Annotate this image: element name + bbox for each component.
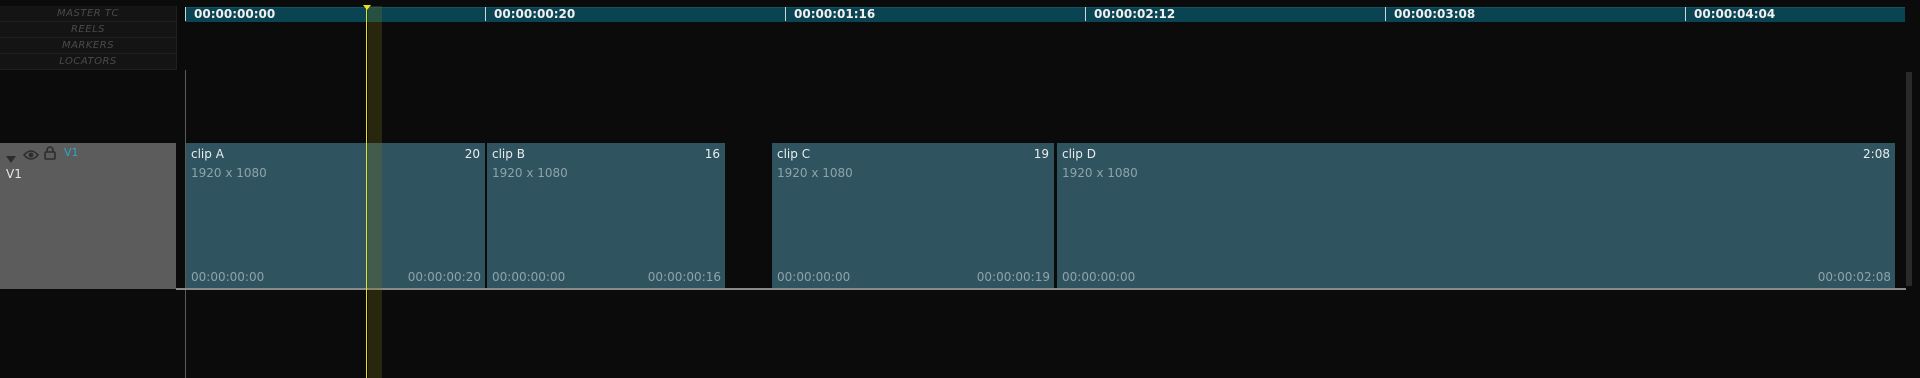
clip-resolution: 1920 x 1080 xyxy=(191,166,267,180)
clip-tc-out: 00:00:00:16 xyxy=(647,270,721,284)
clip-tc-in: 00:00:00:00 xyxy=(1062,270,1136,284)
clip-d[interactable]: clip D 2:08 1920 x 1080 00:00:00:00 00:0… xyxy=(1057,143,1895,288)
clip-resolution: 1920 x 1080 xyxy=(777,166,853,180)
ruler-tick: 00:00:01:16 xyxy=(785,7,875,21)
clip-duration: 16 xyxy=(704,147,720,161)
clip-name: clip D xyxy=(1062,147,1096,161)
ruler-tick: 00:00:00:00 xyxy=(185,7,275,21)
track-bottom-divider xyxy=(176,288,1906,290)
track-header-v1[interactable]: V1 V1 xyxy=(0,143,176,289)
ruler-tick: 00:00:04:04 xyxy=(1685,7,1775,21)
clip-tc-in: 00:00:00:00 xyxy=(492,270,566,284)
clip-a[interactable]: clip A 20 1920 x 1080 00:00:00:00 00:00:… xyxy=(186,143,485,288)
track-name: V1 xyxy=(6,167,22,181)
playhead-frame-highlight xyxy=(368,6,382,378)
clip-duration: 20 xyxy=(464,147,480,161)
header-reels: REELS xyxy=(0,22,177,38)
header-locators: LOCATORS xyxy=(0,54,177,70)
clip-name: clip C xyxy=(777,147,811,161)
clip-tc-out: 00:00:02:08 xyxy=(1817,270,1891,284)
clip-b[interactable]: clip B 16 1920 x 1080 00:00:00:00 00:00:… xyxy=(487,143,725,288)
playhead-handle-icon[interactable] xyxy=(363,5,371,10)
ruler-tick: 00:00:02:12 xyxy=(1085,7,1175,21)
triangle-down-icon[interactable] xyxy=(6,149,16,168)
playhead-line[interactable] xyxy=(366,6,367,378)
clip-resolution: 1920 x 1080 xyxy=(1062,166,1138,180)
clip-duration: 2:08 xyxy=(1863,147,1890,161)
clip-name: clip B xyxy=(492,147,525,161)
clip-resolution: 1920 x 1080 xyxy=(492,166,568,180)
timeline-scrollbar[interactable] xyxy=(1906,72,1912,286)
eye-icon[interactable] xyxy=(22,146,40,165)
clip-c[interactable]: clip C 19 1920 x 1080 00:00:00:00 00:00:… xyxy=(772,143,1054,288)
clip-tc-out: 00:00:00:19 xyxy=(976,270,1050,284)
header-markers: MARKERS xyxy=(0,38,177,54)
track-name-small: V1 xyxy=(64,146,79,159)
ruler-tick: 00:00:00:20 xyxy=(485,7,575,21)
clip-duration: 19 xyxy=(1033,147,1049,161)
clip-tc-in: 00:00:00:00 xyxy=(777,270,851,284)
clip-tc-in: 00:00:00:00 xyxy=(191,270,265,284)
timecode-ruler[interactable]: 00:00:00:00 00:00:00:20 00:00:01:16 00:0… xyxy=(185,7,1905,22)
header-master-tc: MASTER TC xyxy=(0,6,177,22)
clip-name: clip A xyxy=(191,147,224,161)
clip-tc-out: 00:00:00:20 xyxy=(407,270,481,284)
lock-icon[interactable] xyxy=(44,145,56,164)
ruler-tick: 00:00:03:08 xyxy=(1385,7,1475,21)
